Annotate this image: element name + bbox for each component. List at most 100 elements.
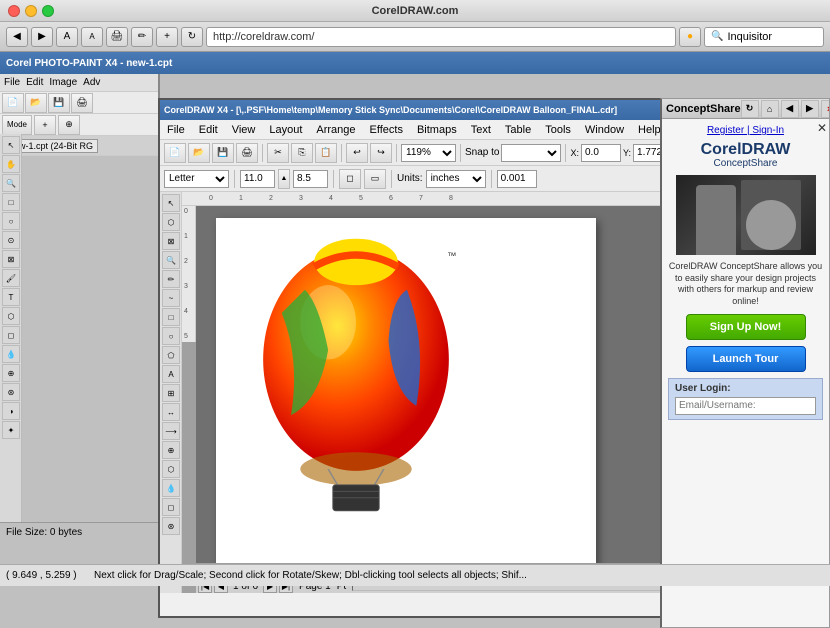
- units-select[interactable]: inches mm cm: [426, 170, 486, 188]
- zoom-select[interactable]: 119% 100% 75%: [401, 144, 456, 162]
- pp-tool-lasso[interactable]: ⊙: [2, 231, 20, 249]
- pp-menu-file[interactable]: File: [4, 77, 20, 88]
- signup-button[interactable]: Sign Up Now!: [686, 314, 806, 340]
- cd-smart-draw[interactable]: ~: [162, 289, 180, 307]
- cd-menu-edit[interactable]: Edit: [196, 123, 221, 137]
- cd-menu-file[interactable]: File: [164, 123, 188, 137]
- cd-menu-arrange[interactable]: Arrange: [313, 123, 358, 137]
- cd-undo-btn[interactable]: ↩: [346, 143, 368, 163]
- cd-pick-tool[interactable]: ↖: [162, 194, 180, 212]
- cd-new-btn[interactable]: 📄: [164, 143, 186, 163]
- launch-tour-button[interactable]: Launch Tour: [686, 346, 806, 372]
- pp-tool-eraser[interactable]: ◻: [2, 326, 20, 344]
- cd-cut-btn[interactable]: ✂: [267, 143, 289, 163]
- pp-select-btn[interactable]: +: [34, 115, 56, 135]
- cd-paste-btn[interactable]: 📋: [315, 143, 337, 163]
- cd-copy-btn[interactable]: ⎘: [291, 143, 313, 163]
- cd-menu-window[interactable]: Window: [582, 123, 627, 137]
- pp-tool-clone[interactable]: ⊕: [2, 364, 20, 382]
- paper-width-input[interactable]: [240, 170, 275, 188]
- mac-maximize-button[interactable]: [42, 5, 54, 17]
- paper-size-select[interactable]: Letter A4: [164, 170, 229, 188]
- cd-text-tool[interactable]: A: [162, 365, 180, 383]
- cd-interact-tool[interactable]: ⊛: [162, 517, 180, 535]
- cd-menu-bitmaps[interactable]: Bitmaps: [414, 123, 460, 137]
- cs-home-btn[interactable]: ⌂: [761, 100, 779, 118]
- pp-open-btn[interactable]: 📂: [25, 93, 47, 113]
- back-button[interactable]: ◀: [6, 27, 28, 47]
- cs-x-btn[interactable]: ✕: [817, 121, 827, 135]
- cd-crop-tool[interactable]: ⊠: [162, 232, 180, 250]
- pp-tool-eyedrop[interactable]: 💧: [2, 345, 20, 363]
- cd-menu-view[interactable]: View: [229, 123, 259, 137]
- pp-print-btn[interactable]: 🖨: [71, 93, 93, 113]
- cd-menu-tools[interactable]: Tools: [542, 123, 574, 137]
- add-tab-button[interactable]: +: [156, 27, 178, 47]
- snap-select[interactable]: [501, 144, 561, 162]
- pp-tool-text[interactable]: T: [2, 288, 20, 306]
- pp-tool-dodge[interactable]: ◑: [2, 402, 20, 420]
- pp-mode-btn[interactable]: Mode: [2, 115, 32, 135]
- cd-menu-layout[interactable]: Layout: [266, 123, 305, 137]
- pp-menu-image[interactable]: Image: [49, 77, 77, 88]
- address-bar[interactable]: http://coreldraw.com/: [206, 27, 676, 47]
- cd-menu-effects[interactable]: Effects: [367, 123, 406, 137]
- cs-refresh-btn[interactable]: ↻: [741, 100, 759, 118]
- cd-polygon-tool[interactable]: ⬠: [162, 346, 180, 364]
- cd-zoom-tool[interactable]: 🔍: [162, 251, 180, 269]
- pp-tool-zoom[interactable]: 🔍: [2, 174, 20, 192]
- pp-tool-effect[interactable]: ✦: [2, 421, 20, 439]
- cd-menu-table[interactable]: Table: [502, 123, 534, 137]
- nudge-input[interactable]: [497, 170, 537, 188]
- paper-height-input[interactable]: [293, 170, 328, 188]
- cd-eyedrop-tool[interactable]: 💧: [162, 479, 180, 497]
- cd-print-btn[interactable]: 🖨: [236, 143, 258, 163]
- pp-tool-smear[interactable]: ⊛: [2, 383, 20, 401]
- cs-email-input[interactable]: [675, 397, 816, 415]
- pp-tool-arrow[interactable]: ↖: [2, 136, 20, 154]
- pp-tool-rect[interactable]: □: [2, 193, 20, 211]
- mac-close-button[interactable]: [8, 5, 20, 17]
- pp-save-btn[interactable]: 💾: [48, 93, 70, 113]
- cd-redo-btn[interactable]: ↪: [370, 143, 392, 163]
- forward-button[interactable]: ▶: [31, 27, 53, 47]
- width-up-btn[interactable]: ▲: [278, 169, 290, 189]
- reload-button[interactable]: A: [56, 27, 78, 47]
- refresh-button[interactable]: ↻: [181, 27, 203, 47]
- cd-ellipse-tool[interactable]: ○: [162, 327, 180, 345]
- pp-new-btn[interactable]: 📄: [2, 93, 24, 113]
- pp-menu-edit[interactable]: Edit: [26, 77, 43, 88]
- font-smaller-button[interactable]: A: [81, 27, 103, 47]
- cd-save-btn[interactable]: 💾: [212, 143, 234, 163]
- cd-rect-tool[interactable]: □: [162, 308, 180, 326]
- mac-window-controls[interactable]: [8, 5, 54, 17]
- cd-open-btn[interactable]: 📂: [188, 143, 210, 163]
- pp-tool-fill[interactable]: ⬡: [2, 307, 20, 325]
- cd-table-tool[interactable]: ⊞: [162, 384, 180, 402]
- search-bar[interactable]: 🔍 Inquisitor: [704, 27, 824, 47]
- cs-close-btn[interactable]: ×: [821, 100, 830, 118]
- pp-menu-adv[interactable]: Adv: [83, 77, 100, 88]
- cd-connector-tool[interactable]: ⟶: [162, 422, 180, 440]
- print-button[interactable]: 🖨: [106, 27, 128, 47]
- cd-dim-tool[interactable]: ↔: [162, 403, 180, 421]
- pp-tool-paint[interactable]: 🖌: [2, 269, 20, 287]
- mac-minimize-button[interactable]: [25, 5, 37, 17]
- portrait-btn[interactable]: ◻: [339, 169, 361, 189]
- pp-tool-crop[interactable]: ⊠: [2, 250, 20, 268]
- coord-x-input[interactable]: [581, 144, 621, 162]
- compose-button[interactable]: ✏: [131, 27, 153, 47]
- cd-outline-tool[interactable]: ◻: [162, 498, 180, 516]
- cd-freehand-tool[interactable]: ✏: [162, 270, 180, 288]
- cs-register-link[interactable]: Register | Sign-In: [707, 125, 784, 136]
- cs-back-btn[interactable]: ◀: [781, 100, 799, 118]
- cd-menu-text[interactable]: Text: [468, 123, 494, 137]
- cs-forward-btn[interactable]: ▶: [801, 100, 819, 118]
- rss-button[interactable]: ●: [679, 27, 701, 47]
- cd-fill-tool[interactable]: ⬡: [162, 460, 180, 478]
- pp-tool-circle[interactable]: ○: [2, 212, 20, 230]
- cd-shape-tool[interactable]: ⬡: [162, 213, 180, 231]
- pp-tool-hand[interactable]: ✋: [2, 155, 20, 173]
- landscape-btn[interactable]: ▭: [364, 169, 386, 189]
- pp-tool2[interactable]: ⊕: [58, 115, 80, 135]
